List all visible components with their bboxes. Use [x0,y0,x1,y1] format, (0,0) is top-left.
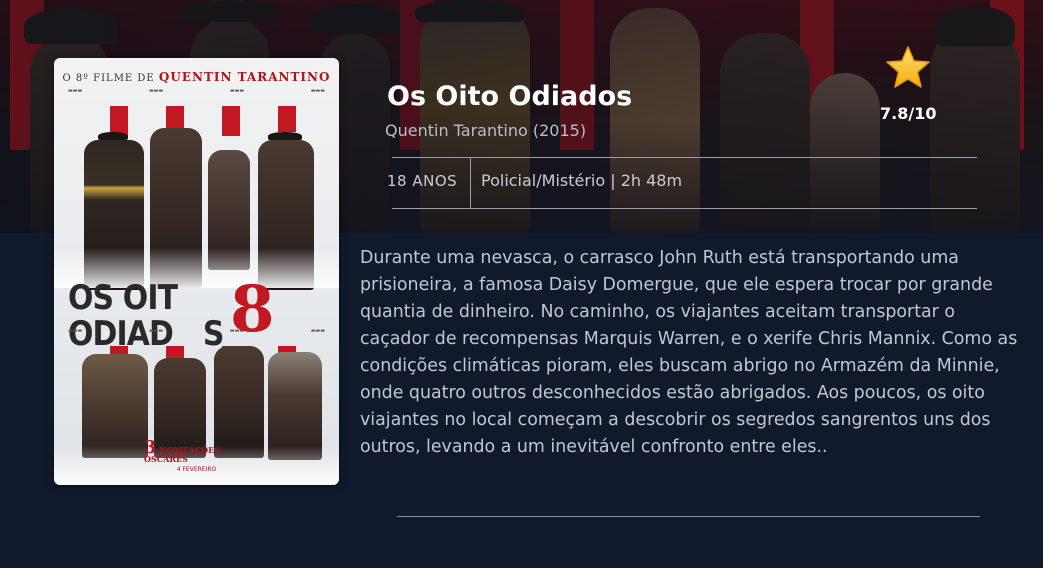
poster-credits: ▬▬▬ ▬▬▬ ▬▬▬ ▬▬▬ [68,328,325,334]
poster-tagline-director: QUENTIN TARANTINO [158,70,331,84]
poster-hat [268,132,302,140]
poster-title-number: 8 [230,272,275,347]
poster-credits: ▬▬▬ ▬▬▬ ▬▬▬ ▬▬▬ [68,88,325,94]
divider [392,157,977,158]
poster-figure [268,352,322,460]
poster-badge-text-2: OSCARES [144,454,188,464]
movie-title: Os Oito Odiados [387,81,633,112]
divider [392,208,977,209]
poster-tagline-prefix: O 8º FILME DE [62,73,155,84]
director-year: Quentin Tarantino (2015) [385,121,587,140]
poster-oscar-badge: 3 NOMEAÇÕES OSCARES [144,439,220,464]
genre-duration: Policial/Mistério | 2h 48m [481,171,683,190]
poster-hat [98,132,128,140]
poster-stripe [222,106,240,136]
synopsis: Durante uma nevasca, o carrasco John Rut… [360,248,1018,457]
rating-value: 7.8/10 [880,104,937,123]
meta-separator [470,158,471,208]
movie-poster[interactable]: O 8º FILME DE QUENTIN TARANTINO ▬▬▬ ▬▬▬ ▬▬… [54,58,339,485]
poster-stripe [278,106,296,132]
age-rating: 18 ANOS [387,172,458,190]
poster-release-date: 4 FEVEREIRO [176,466,217,473]
poster-figure [214,346,264,458]
poster-figure [82,354,148,458]
star-icon [886,46,930,88]
poster-tagline: O 8º FILME DE QUENTIN TARANTINO [54,70,339,84]
bottom-divider [397,516,980,517]
